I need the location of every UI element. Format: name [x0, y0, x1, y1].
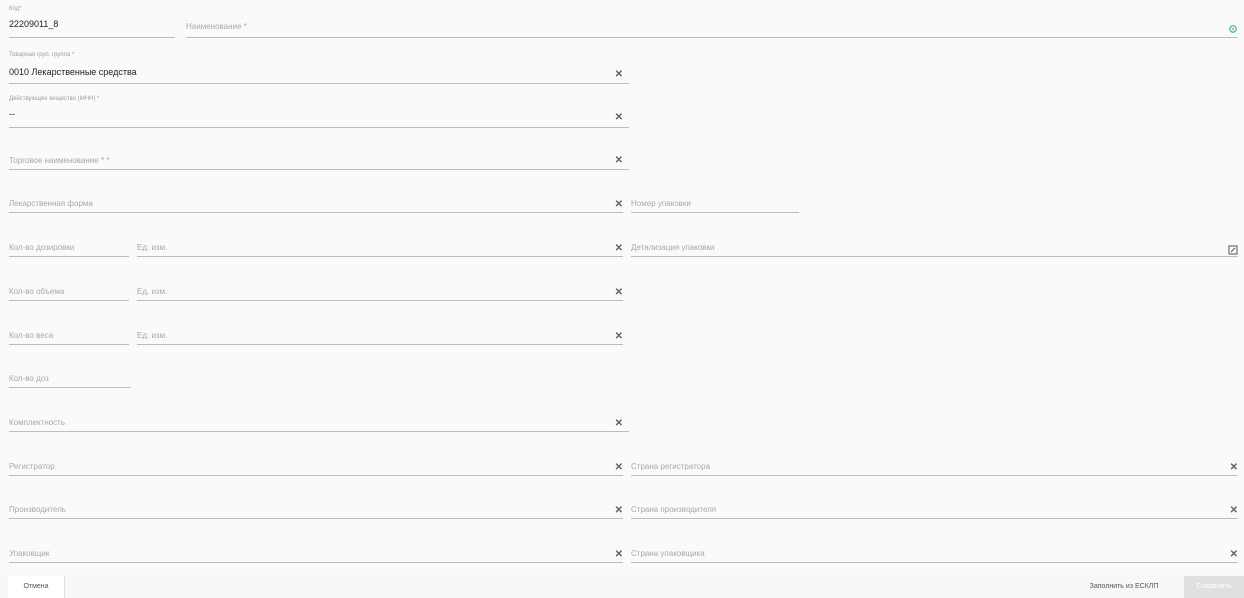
registrar-field[interactable]: Регистратор ✕ [9, 446, 623, 476]
manufacturer-country-placeholder: Страна производителя [631, 505, 717, 514]
packager-placeholder: Упаковщик [9, 549, 50, 558]
completeness-underline [9, 431, 629, 432]
packager-underline [9, 562, 623, 563]
group-value: 0010 Лекарственные средства [9, 67, 137, 77]
weight-unit-placeholder: Ед. изм. [137, 331, 168, 340]
volume-qty-field[interactable]: Кол-во объема [9, 271, 129, 301]
substance-field[interactable]: Действующее вещество (МНН) * -- ✕ [9, 96, 629, 128]
dosage-form-field[interactable]: Лекарственная форма ✕ [9, 183, 623, 213]
clear-icon[interactable]: ✕ [1230, 550, 1238, 560]
package-number-placeholder: Номер упаковки [631, 199, 691, 208]
clear-icon[interactable]: ✕ [615, 506, 623, 516]
package-detail-placeholder: Детализация упаковки [631, 243, 715, 252]
code-value: 22209011_8 [9, 19, 59, 29]
group-underline [9, 83, 629, 84]
manufacturer-country-field[interactable]: Страна производителя ✕ [631, 489, 1238, 519]
code-underline [9, 37, 175, 38]
group-field[interactable]: Товарная груп. группа * 0010 Лекарственн… [9, 52, 629, 84]
manufacturer-field[interactable]: Производитель ✕ [9, 489, 623, 519]
clear-icon[interactable]: ✕ [1230, 506, 1238, 516]
name-placeholder: Наименование * [186, 22, 247, 31]
registrar-country-underline [631, 475, 1238, 476]
clear-icon[interactable]: ✕ [615, 200, 623, 210]
dosage-unit-placeholder: Ед. изм. [137, 243, 168, 252]
packager-field[interactable]: Упаковщик ✕ [9, 533, 623, 563]
clear-icon[interactable]: ✕ [1230, 463, 1238, 473]
completeness-field[interactable]: Комплектность ✕ [9, 402, 629, 432]
registrar-underline [9, 475, 623, 476]
doses-qty-placeholder: Кол-во доз [9, 374, 49, 383]
substance-underline [9, 127, 629, 128]
name-underline [186, 37, 1238, 38]
volume-qty-placeholder: Кол-во объема [9, 287, 65, 296]
dosage-form-underline [9, 212, 623, 213]
doses-qty-field[interactable]: Кол-во доз [9, 358, 131, 388]
weight-qty-underline [9, 344, 129, 345]
registrar-country-placeholder: Страна регистратора [631, 462, 711, 471]
clear-icon[interactable]: ✕ [615, 419, 623, 429]
volume-qty-underline [9, 300, 129, 301]
name-field[interactable]: Наименование * [186, 6, 1238, 38]
fill-from-esklp-button[interactable]: Заполнить из ЕСКЛП [1068, 576, 1180, 598]
gear-icon[interactable] [1228, 21, 1238, 33]
clear-icon[interactable]: ✕ [615, 332, 623, 342]
volume-unit-underline [137, 300, 623, 301]
packager-country-field[interactable]: Страна упаковщика ✕ [631, 533, 1238, 563]
dosage-form-placeholder: Лекарственная форма [9, 199, 93, 208]
code-field[interactable]: Код* 22209011_8 [9, 6, 175, 38]
clear-icon[interactable]: ✕ [615, 550, 623, 560]
volume-unit-field[interactable]: Ед. изм. ✕ [137, 271, 623, 301]
substance-value: -- [9, 109, 15, 119]
cancel-button[interactable]: Отмена [8, 576, 65, 598]
footer-bar: Отмена Заполнить из ЕСКЛП Сохранить [0, 576, 1244, 598]
manufacturer-placeholder: Производитель [9, 505, 66, 514]
dosage-unit-underline [137, 256, 623, 257]
code-label: Код* [9, 6, 22, 12]
dosage-qty-field[interactable]: Кол-во дозировки [9, 227, 129, 257]
group-label: Товарная груп. группа * [9, 52, 75, 58]
weight-qty-placeholder: Кол-во веса [9, 331, 54, 340]
clear-icon[interactable]: ✕ [615, 244, 623, 254]
clear-icon[interactable]: ✕ [615, 463, 623, 473]
save-button[interactable]: Сохранить [1184, 576, 1244, 598]
dosage-qty-placeholder: Кол-во дозировки [9, 243, 75, 252]
package-number-underline [631, 212, 799, 213]
weight-unit-underline [137, 344, 623, 345]
packager-country-placeholder: Страна упаковщика [631, 549, 705, 558]
weight-unit-field[interactable]: Ед. изм. ✕ [137, 315, 623, 345]
substance-label: Действующее вещество (МНН) * [9, 96, 100, 102]
trade-name-field[interactable]: Торговое наименование * * ✕ [9, 140, 629, 170]
trade-name-placeholder: Торговое наименование * * [9, 156, 110, 165]
packager-country-underline [631, 562, 1238, 563]
manufacturer-country-underline [631, 518, 1238, 519]
clear-icon[interactable]: ✕ [615, 113, 623, 123]
trade-name-underline [9, 169, 629, 170]
package-number-field[interactable]: Номер упаковки [631, 183, 799, 213]
doses-qty-underline [9, 387, 131, 388]
clear-icon[interactable]: ✕ [615, 70, 623, 80]
manufacturer-underline [9, 518, 623, 519]
dosage-qty-underline [9, 256, 129, 257]
package-detail-underline [631, 256, 1238, 257]
dosage-unit-field[interactable]: Ед. изм. ✕ [137, 227, 623, 257]
completeness-placeholder: Комплектность [9, 418, 66, 427]
clear-icon[interactable]: ✕ [615, 156, 623, 166]
registrar-country-field[interactable]: Страна регистратора ✕ [631, 446, 1238, 476]
volume-unit-placeholder: Ед. изм. [137, 287, 168, 296]
registrar-placeholder: Регистратор [9, 462, 55, 471]
package-detail-field[interactable]: Детализация упаковки [631, 227, 1238, 257]
weight-qty-field[interactable]: Кол-во веса [9, 315, 129, 345]
clear-icon[interactable]: ✕ [615, 288, 623, 298]
edit-icon[interactable] [1228, 242, 1238, 255]
